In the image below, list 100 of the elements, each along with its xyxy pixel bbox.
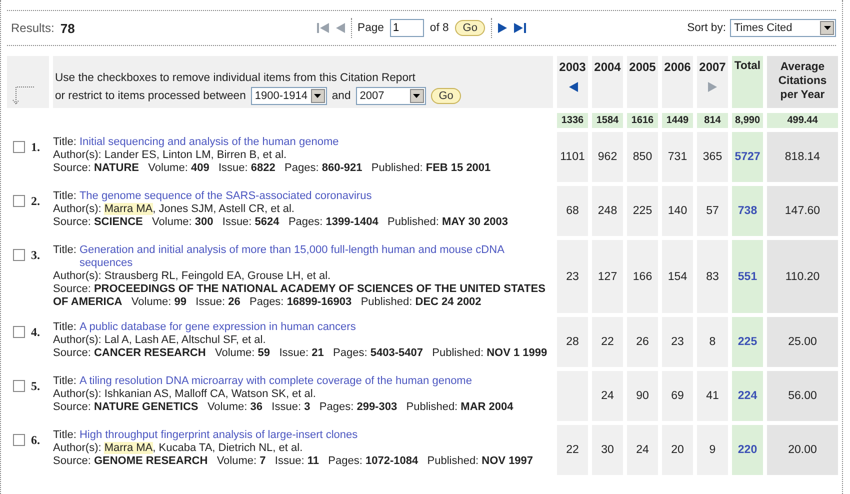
title-link[interactable]: A public database for gene expression in human cancers: [79, 321, 356, 334]
year-count: 83: [697, 240, 728, 313]
record-number: 5.: [31, 379, 40, 394]
checkbox[interactable]: [13, 380, 25, 392]
title-label: Title:: [53, 244, 76, 257]
checkbox[interactable]: [13, 326, 25, 338]
year-count: 41: [697, 371, 728, 421]
source-details: Source: SCIENCE Volume: 300 Issue: 5624 Pages: 1399-1404 Published: MAY 30 2003: [53, 216, 510, 229]
authors-label: Author(s):: [53, 388, 102, 400]
checkbox[interactable]: [13, 249, 25, 261]
author-list: , Kucaba TA, Dietrich NL, et al.: [152, 442, 303, 454]
author-list: Lal A, Lash AE, Altschul SF, et al.: [104, 334, 266, 346]
year-count: 127: [592, 240, 623, 313]
authors-label: Author(s):: [53, 203, 102, 215]
title-label: Title:: [53, 429, 76, 442]
caret-icon: [314, 94, 322, 98]
source-details: Source: PROCEEDINGS OF THE NATIONAL ACADEMY OF SCIENCES OF THE UNITED STATES OF AMERICA Volume: 99 Issue: 26 Pages: 16899-16903 Published: DEC 24 2002: [53, 283, 546, 309]
title-label: Title:: [53, 321, 76, 334]
total-link[interactable]: 738: [738, 205, 758, 217]
checkbox[interactable]: [13, 434, 25, 446]
year-count: 962: [592, 132, 623, 182]
year-count: 1101: [557, 132, 588, 182]
total-link[interactable]: 220: [738, 444, 758, 456]
year-count: 57: [697, 186, 728, 236]
caret-icon: [413, 94, 420, 98]
authors-label: Author(s):: [53, 442, 102, 454]
year-count: 22: [592, 317, 623, 367]
author-list: Lander ES, Linton LM, Birren B, et al.: [104, 149, 287, 161]
author-list: Strausberg RL, Feingold EA, Grouse LH, et al.: [104, 270, 331, 282]
grand-total: 8,990: [732, 113, 763, 128]
filter-instructions: Use the checkboxes to remove individual items from this Citation Report: [55, 72, 416, 84]
year-total: 814: [697, 113, 728, 128]
checkbox[interactable]: [13, 195, 25, 207]
year-count: 22: [557, 425, 588, 475]
source-details: Source: CANCER RESEARCH Volume: 59 Issue: 21 Pages: 5403-5407 Published: NOV 1 1999: [53, 347, 548, 360]
year-count: 28: [557, 317, 588, 367]
first-page-icon[interactable]: [316, 23, 329, 33]
sort-dropdown[interactable]: Times Cited: [730, 19, 836, 37]
average-total: 499.44: [767, 113, 838, 128]
year-count: 30: [592, 425, 623, 475]
total-link[interactable]: 224: [738, 390, 758, 402]
filter-label: or restrict to items processed between: [55, 90, 246, 102]
year-count: 24: [627, 425, 658, 475]
year-count: 68: [557, 186, 588, 236]
from-year-dropdown[interactable]: 1900-1914: [250, 87, 327, 105]
results-count: 78: [60, 20, 75, 36]
year-label: 2006: [664, 60, 691, 74]
title-link[interactable]: A tiling resolution DNA microarray with complete coverage of the human genome: [79, 375, 472, 388]
title-link[interactable]: Generation and initial analysis of more than 15,000 full-length human and mouse cDNA sequences: [79, 244, 553, 270]
record-number: 4.: [31, 325, 40, 340]
record-number: 6.: [31, 433, 40, 448]
year-count: 154: [662, 240, 693, 313]
average-cell: 110.20: [767, 240, 838, 313]
record-number: 1.: [31, 140, 40, 155]
go-button[interactable]: Go: [430, 88, 462, 104]
year-count: 26: [627, 317, 658, 367]
corner-arrow-icon: [12, 86, 34, 106]
year-total: 1616: [627, 113, 658, 128]
year-count: 23: [557, 240, 588, 313]
next-icon[interactable]: [498, 23, 508, 33]
go-button[interactable]: Go: [454, 20, 486, 36]
average-cell: 147.60: [767, 186, 838, 236]
record-number: 2.: [31, 194, 40, 209]
average-cell: 20.00: [767, 425, 838, 475]
year-count: 140: [662, 186, 693, 236]
year-label: 2004: [594, 60, 621, 74]
year-total: 1336: [557, 113, 588, 128]
total-link[interactable]: 5727: [734, 151, 760, 163]
sort-label: Sort by:: [687, 22, 726, 34]
title-link[interactable]: Initial sequencing and analysis of the human genome: [79, 136, 339, 149]
total-header: Total: [732, 56, 763, 108]
average-cell: 25.00: [767, 317, 838, 367]
year-count: 20: [662, 425, 693, 475]
total-link[interactable]: 551: [738, 270, 758, 282]
author-list: Ishkanian AS, Malloff CA, Watson SK, et al.: [104, 388, 316, 400]
page-count: of 8: [430, 22, 449, 34]
year-label: 2007: [699, 60, 726, 74]
last-page-icon[interactable]: [514, 23, 526, 33]
year-total: 1449: [662, 113, 693, 128]
average-cell: 56.00: [767, 371, 838, 421]
checkbox[interactable]: [13, 141, 25, 153]
title-link[interactable]: High throughput fingerprint analysis of large-insert clones: [79, 429, 358, 442]
year-label: 2003: [559, 60, 586, 74]
page-field[interactable]: 1: [390, 19, 424, 37]
year-count: 850: [627, 132, 658, 182]
previous-icon[interactable]: [568, 82, 578, 92]
year-count: 8: [697, 317, 728, 367]
source-details: Source: NATURE GENETICS Volume: 36 Issue: 3 Pages: 299-303 Published: MAR 2004: [53, 401, 514, 414]
highlighted-author: Marra MA: [104, 203, 153, 215]
source-details: Source: GENOME RESEARCH Volume: 7 Issue: 11 Pages: 1072-1084 Published: NOV 1997: [53, 455, 534, 468]
title-label: Title:: [53, 375, 76, 388]
to-year-dropdown[interactable]: 2007: [356, 87, 426, 105]
year-count: 248: [592, 186, 623, 236]
year-count: 24: [592, 371, 623, 421]
author-list: , Jones SJM, Astell CR, et al.: [152, 203, 294, 215]
year-count: 90: [627, 371, 658, 421]
total-link[interactable]: 225: [738, 336, 758, 348]
title-link[interactable]: The genome sequence of the SARS-associated coronavirus: [79, 190, 372, 203]
title-label: Title:: [53, 190, 76, 203]
caret-icon: [824, 26, 830, 30]
